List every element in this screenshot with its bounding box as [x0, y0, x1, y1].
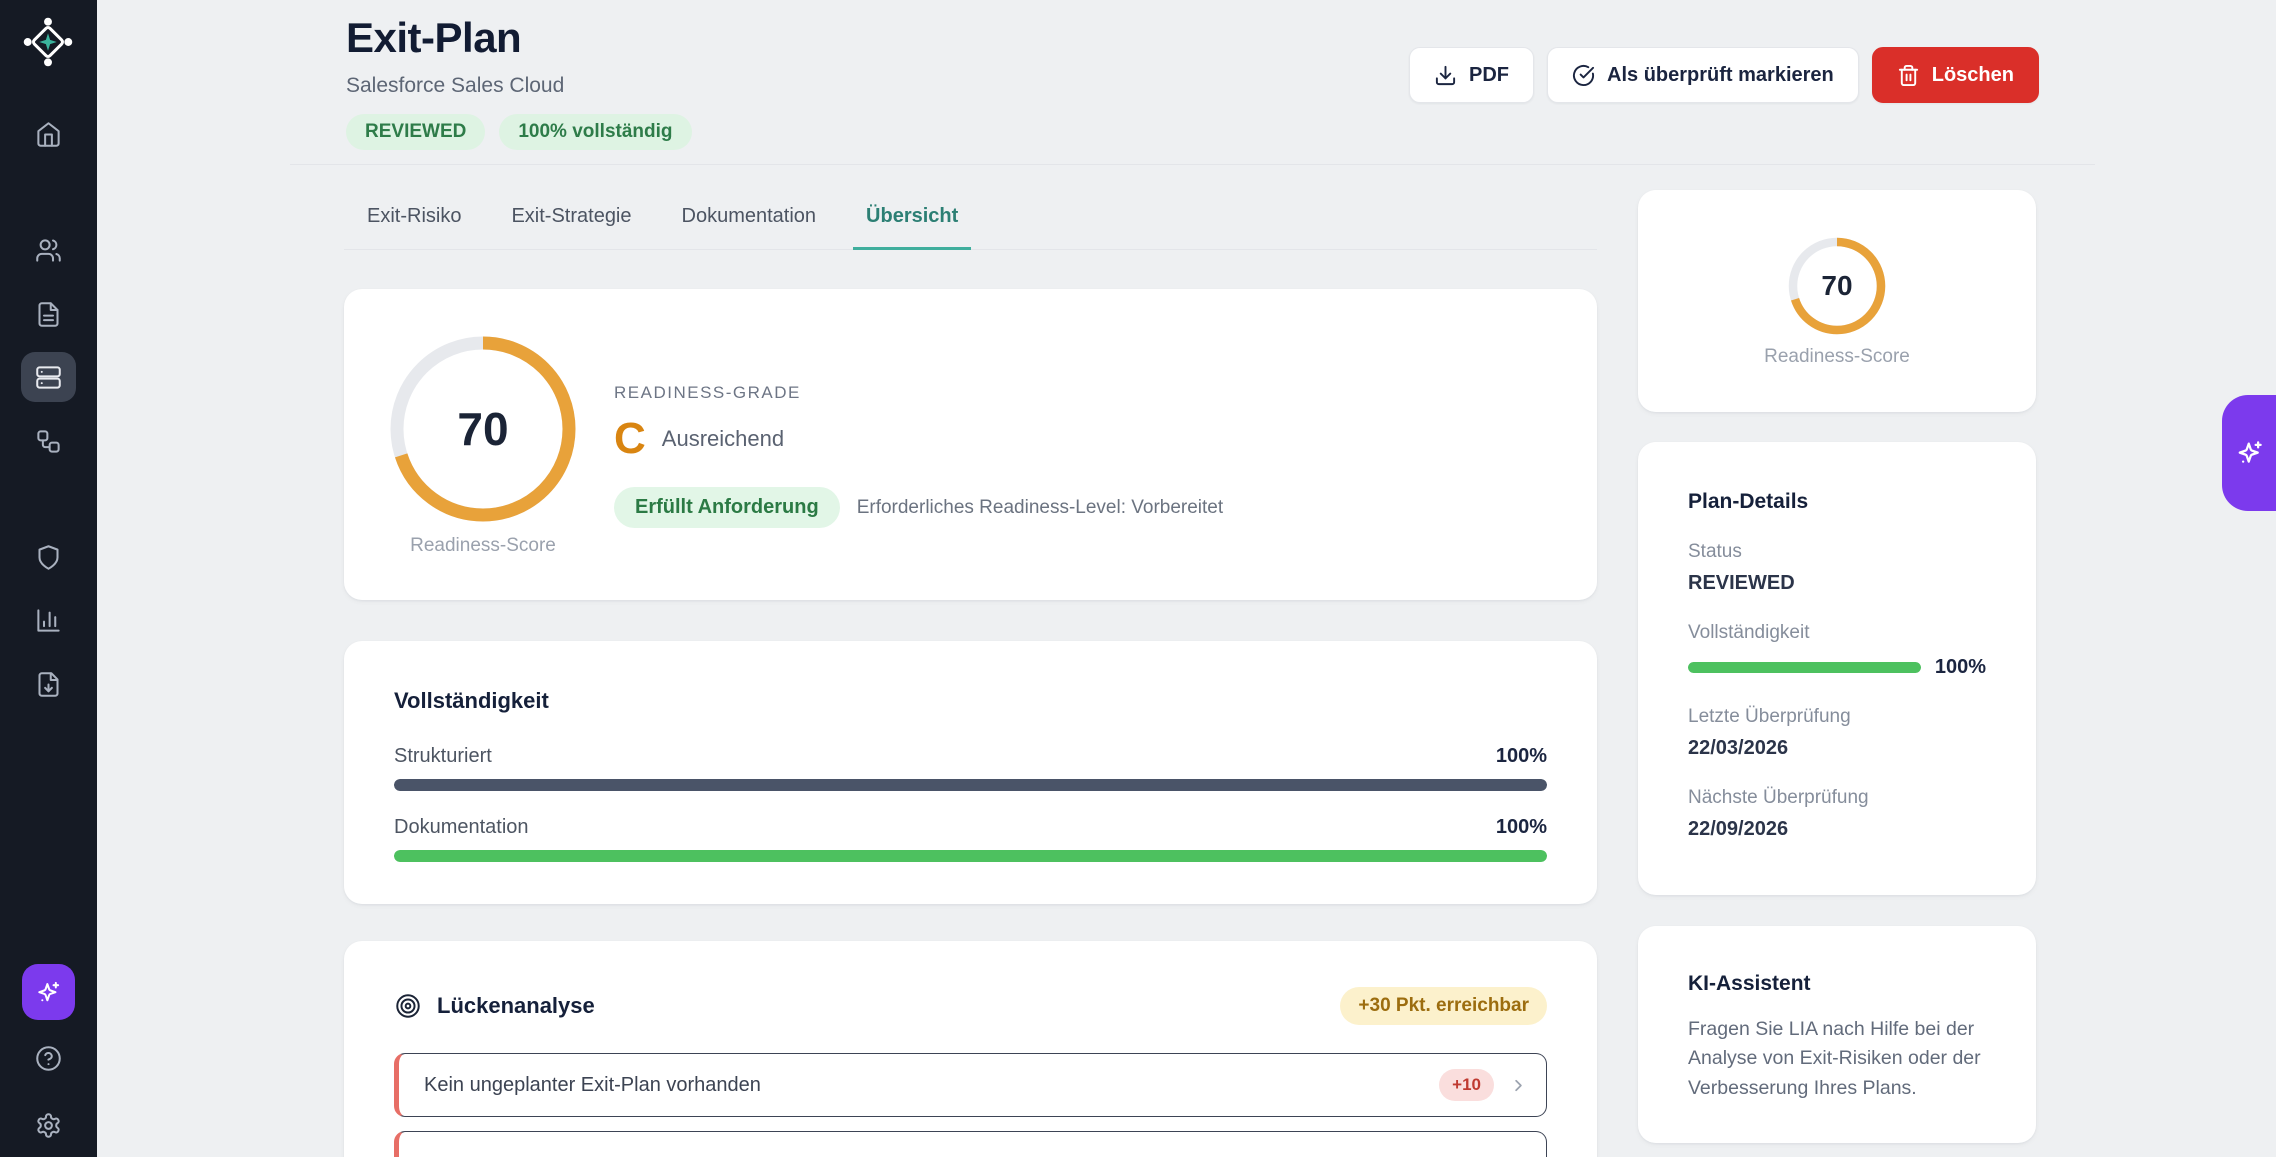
- sidebar-item-documents[interactable]: [26, 292, 70, 336]
- ai-assistant-fab[interactable]: [2222, 395, 2276, 511]
- gap-analysis-card: Lückenanalyse +30 Pkt. erreichbar Kein u…: [344, 941, 1597, 1157]
- completeness-title: Vollständigkeit: [394, 688, 1547, 714]
- readiness-card: 70 Readiness-Score READINESS-GRADE C Aus…: [344, 289, 1597, 600]
- app-logo[interactable]: [20, 14, 76, 70]
- sparkles-icon: [35, 979, 62, 1006]
- pdf-button[interactable]: PDF: [1409, 47, 1534, 103]
- plan-details-title: Plan-Details: [1688, 490, 1986, 514]
- completeness-card: Vollständigkeit Strukturiert 100% Dokume…: [344, 641, 1597, 904]
- sidebar-item-security[interactable]: [26, 535, 70, 579]
- tab-exit-risiko[interactable]: Exit-Risiko: [354, 205, 474, 250]
- next-review-value: 22/09/2026: [1688, 818, 1986, 841]
- sidebar-item-exports[interactable]: [26, 662, 70, 706]
- progress-row-dokumentation: Dokumentation 100%: [394, 816, 1547, 862]
- sidebar: [0, 0, 97, 1157]
- progress-bar-strukturiert: [394, 779, 1547, 791]
- readiness-score-label: Readiness-Score: [385, 535, 581, 557]
- aside-score-card: 70 Readiness-Score: [1638, 190, 2036, 412]
- aside-readiness-score-label: Readiness-Score: [1764, 346, 1910, 368]
- sparkles-icon: [2235, 438, 2265, 468]
- next-review-label: Nächste Überprüfung: [1688, 787, 1986, 809]
- settings-icon: [35, 1112, 62, 1139]
- tab-uebersicht[interactable]: Übersicht: [853, 205, 971, 250]
- sidebar-item-settings[interactable]: [26, 1103, 70, 1147]
- aside-readiness-gauge: 70: [1785, 234, 1889, 338]
- tab-bar: Exit-Risiko Exit-Strategie Dokumentation…: [344, 205, 1597, 250]
- progress-row-strukturiert: Strukturiert 100%: [394, 745, 1547, 791]
- server-icon: [35, 364, 62, 391]
- progress-bar-dokumentation: [394, 850, 1547, 862]
- gap-item-points-badge: +10: [1439, 1069, 1494, 1101]
- sidebar-item-systems[interactable]: [21, 352, 76, 402]
- readiness-score-value: 70: [385, 331, 581, 527]
- status-label: Status: [1688, 541, 1986, 563]
- last-review-value: 22/03/2026: [1688, 737, 1986, 760]
- status-value: REVIEWED: [1688, 572, 1986, 595]
- readiness-grade-heading: READINESS-GRADE: [614, 383, 1223, 403]
- gap-item[interactable]: Kein ungeplanter Exit-Plan vorhanden +10: [394, 1053, 1547, 1117]
- trash-icon: [1897, 64, 1920, 87]
- mark-reviewed-button[interactable]: Als überprüft markieren: [1547, 47, 1859, 103]
- gap-analysis-title: Lückenanalyse: [437, 993, 595, 1019]
- sidebar-ai-assistant-button[interactable]: [22, 964, 75, 1020]
- target-icon: [394, 992, 422, 1020]
- check-circle-icon: [1572, 64, 1595, 87]
- points-available-badge: +30 Pkt. erreichbar: [1340, 987, 1547, 1025]
- last-review-label: Letzte Überprüfung: [1688, 706, 1986, 728]
- page-subtitle: Salesforce Sales Cloud: [346, 74, 692, 98]
- readiness-grade-letter: C: [614, 417, 646, 461]
- file-download-icon: [35, 671, 62, 698]
- plan-completeness-bar: [1688, 662, 1921, 673]
- readiness-grade-text: Ausreichend: [662, 426, 784, 452]
- plan-completeness-value: 100%: [1935, 656, 1986, 679]
- home-icon: [35, 121, 62, 148]
- plan-details-card: Plan-Details Status REVIEWED Vollständig…: [1638, 442, 2036, 895]
- status-badge: REVIEWED: [346, 114, 485, 150]
- page-header: Exit-Plan Salesforce Sales Cloud REVIEWE…: [290, 0, 2095, 165]
- main-area: Exit-Plan Salesforce Sales Cloud REVIEWE…: [97, 0, 2276, 1157]
- delete-button[interactable]: Löschen: [1872, 47, 2039, 103]
- tab-exit-strategie[interactable]: Exit-Strategie: [498, 205, 644, 250]
- chevron-right-icon: [1509, 1076, 1528, 1095]
- gap-item[interactable]: [394, 1131, 1547, 1157]
- sidebar-item-home[interactable]: [26, 112, 70, 156]
- shield-icon: [35, 544, 62, 571]
- requirement-met-badge: Erfüllt Anforderung: [614, 487, 840, 528]
- file-text-icon: [35, 301, 62, 328]
- ai-assistant-description: Fragen Sie LIA nach Hilfe bei der Analys…: [1688, 1015, 1986, 1103]
- readiness-gauge: 70: [385, 331, 581, 527]
- aside-readiness-score-value: 70: [1785, 234, 1889, 338]
- ai-assistant-card: KI-Assistent Fragen Sie LIA nach Hilfe b…: [1638, 926, 2036, 1143]
- sidebar-item-analytics[interactable]: [26, 598, 70, 642]
- completeness-label: Vollständigkeit: [1688, 622, 1986, 644]
- tab-dokumentation[interactable]: Dokumentation: [669, 205, 830, 250]
- completeness-badge: 100% vollständig: [499, 114, 691, 150]
- sidebar-item-help[interactable]: [26, 1036, 70, 1080]
- ai-assistant-title: KI-Assistent: [1688, 972, 1986, 996]
- sidebar-item-workflow[interactable]: [26, 419, 70, 463]
- workflow-icon: [35, 428, 62, 455]
- bar-chart-icon: [35, 607, 62, 634]
- sidebar-item-users[interactable]: [26, 228, 70, 272]
- download-icon: [1434, 64, 1457, 87]
- users-icon: [35, 237, 62, 264]
- page-title: Exit-Plan: [346, 14, 692, 62]
- help-circle-icon: [35, 1045, 62, 1072]
- required-level-text: Erforderliches Readiness-Level: Vorberei…: [857, 497, 1223, 519]
